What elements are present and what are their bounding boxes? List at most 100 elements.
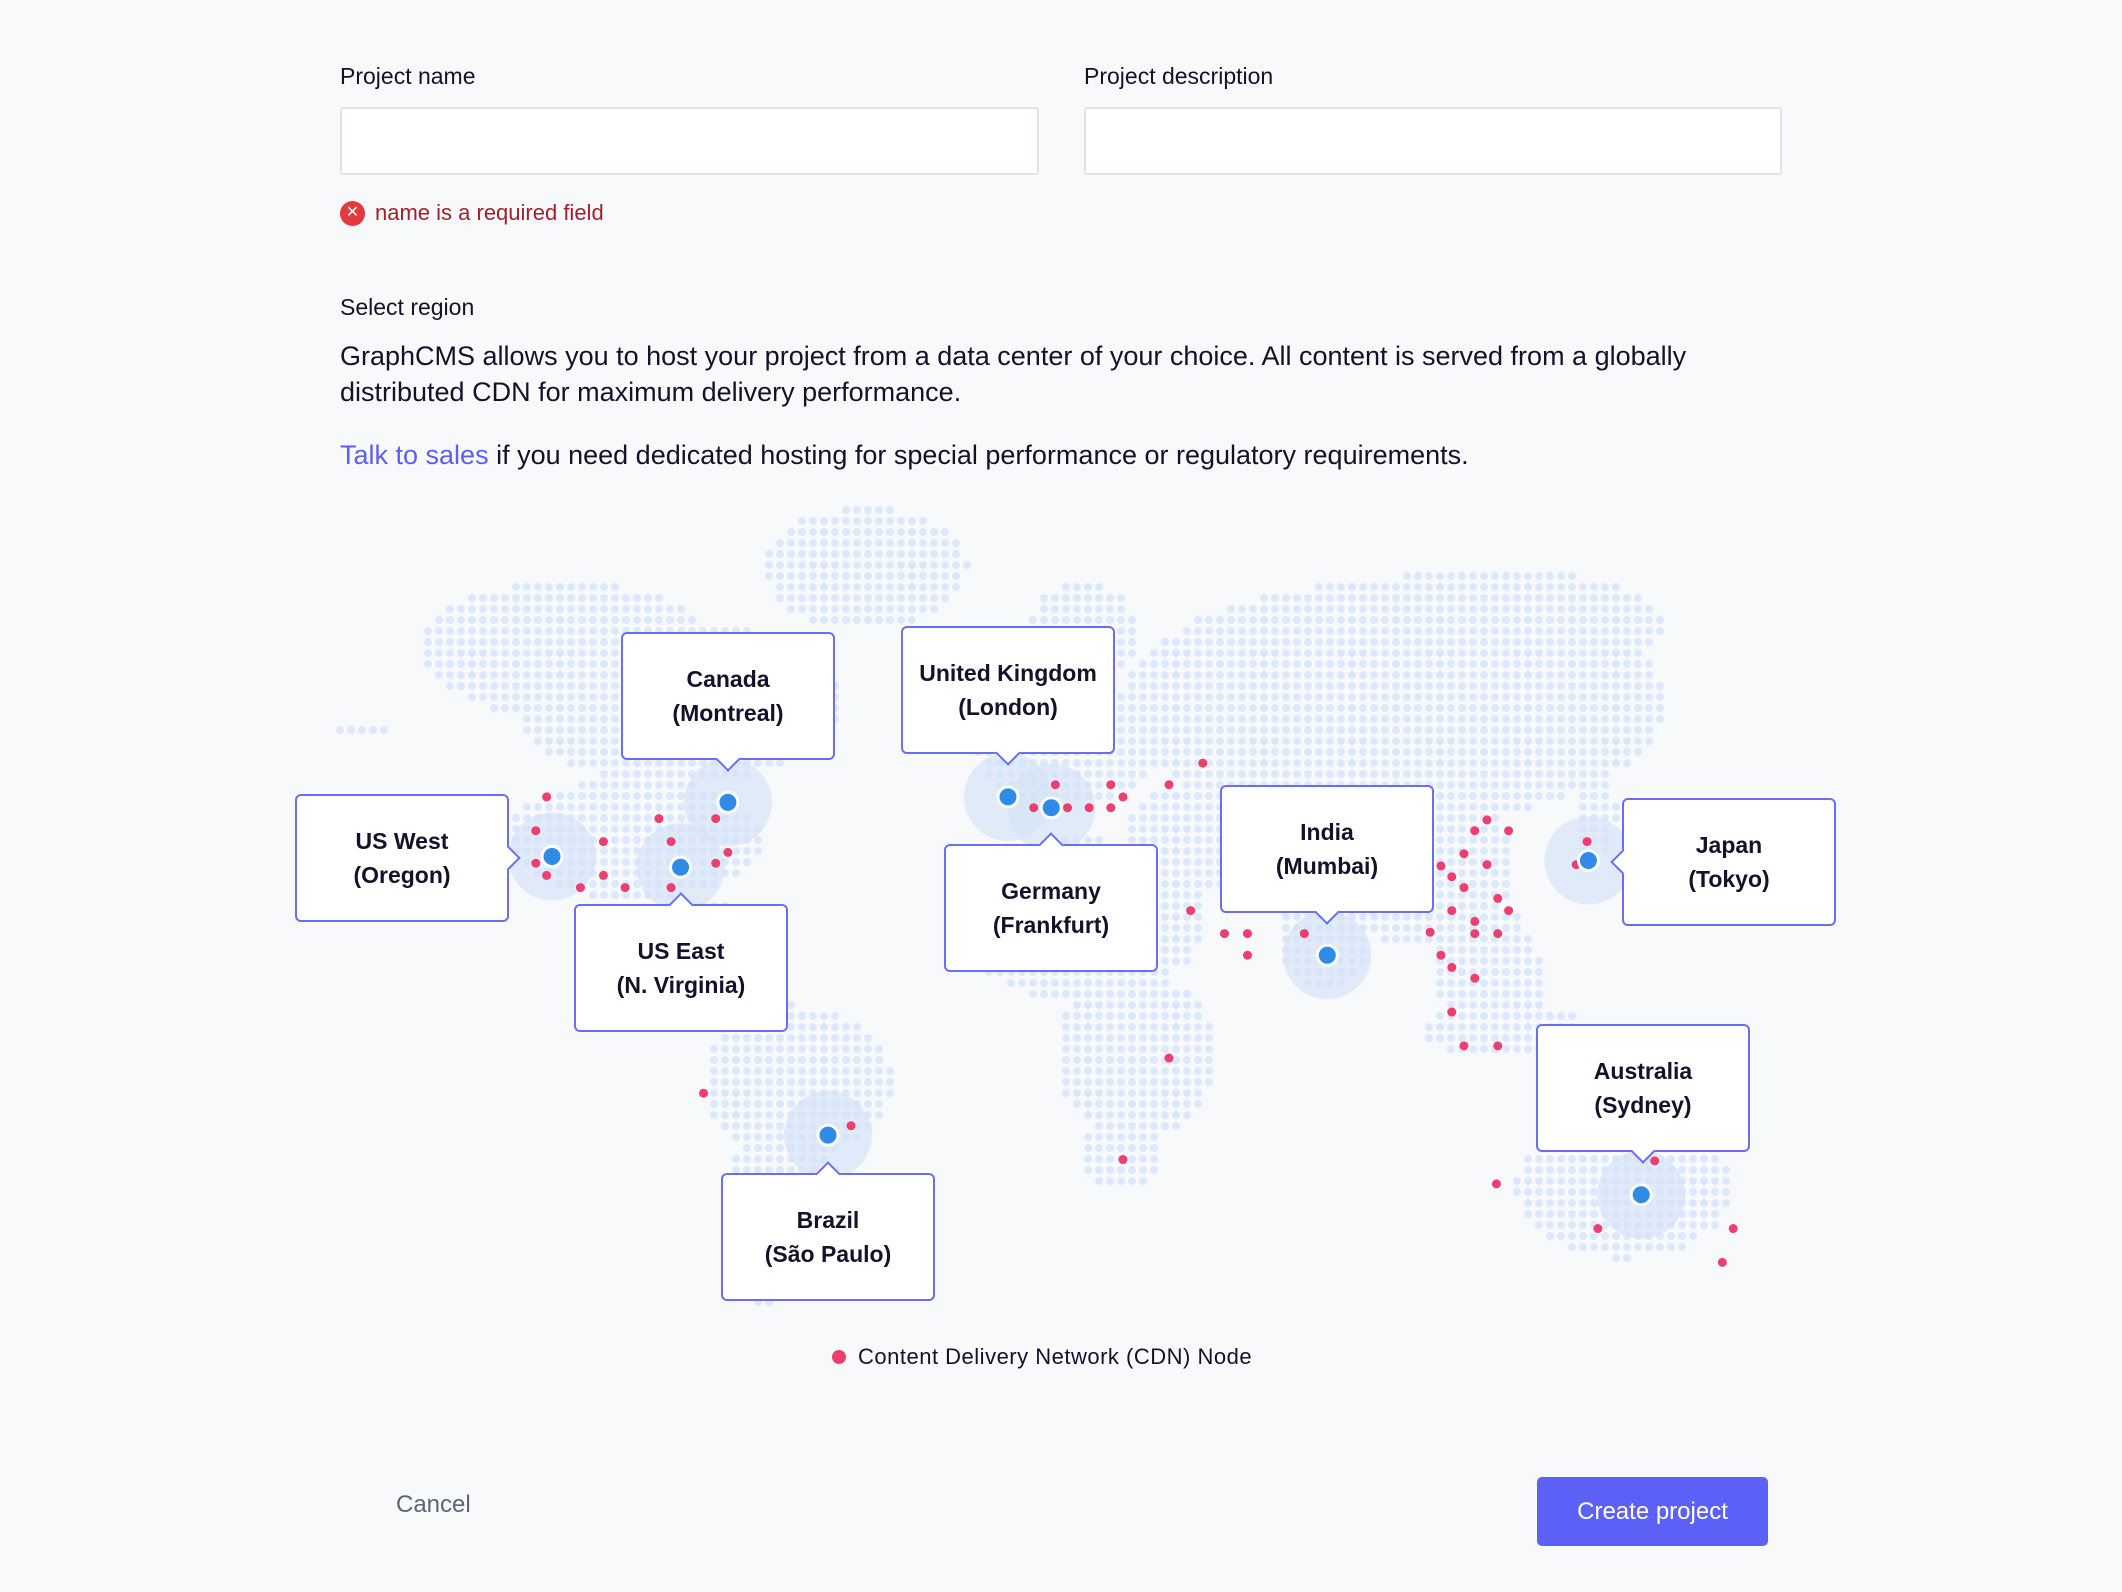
land-dot <box>1601 638 1609 646</box>
land-dot <box>1667 1166 1675 1174</box>
land-dot <box>1546 759 1554 767</box>
land-dot <box>1117 1056 1125 1064</box>
land-dot <box>1601 671 1609 679</box>
land-dot <box>567 759 575 767</box>
land-dot <box>1612 704 1620 712</box>
land-dot <box>1073 1078 1081 1086</box>
land-dot <box>578 792 586 800</box>
land-dot <box>1315 660 1323 668</box>
land-dot <box>578 847 586 855</box>
region-card[interactable]: US West (Oregon) <box>295 794 521 922</box>
land-dot <box>1150 671 1158 679</box>
land-dot <box>523 847 531 855</box>
land-dot <box>1370 638 1378 646</box>
land-dot <box>1711 1155 1719 1163</box>
land-dot <box>567 671 575 679</box>
land-dot <box>1381 770 1389 778</box>
land-dot <box>1117 704 1125 712</box>
region-card[interactable]: Japan (Tokyo) <box>1610 798 1836 926</box>
land-dot <box>1601 715 1609 723</box>
land-dot <box>1315 627 1323 635</box>
land-dot <box>1623 1199 1631 1207</box>
region-card[interactable]: United Kingdom (London) <box>901 626 1115 766</box>
land-dot <box>1601 594 1609 602</box>
cancel-button[interactable]: Cancel <box>390 1490 477 1520</box>
land-dot <box>1293 726 1301 734</box>
land-dot <box>490 693 498 701</box>
region-card[interactable]: India (Mumbai) <box>1220 785 1434 925</box>
land-dot <box>831 605 839 613</box>
land-dot <box>1491 792 1499 800</box>
land-dot <box>765 1089 773 1097</box>
land-dot <box>1469 1034 1477 1042</box>
land-dot <box>842 1111 850 1119</box>
land-dot <box>1469 858 1477 866</box>
land-dot <box>523 715 531 723</box>
land-dot <box>1073 605 1081 613</box>
land-dot <box>1205 1045 1213 1053</box>
region-card[interactable]: Canada (Montreal) <box>621 632 835 772</box>
land-dot <box>1348 737 1356 745</box>
land-dot <box>1183 726 1191 734</box>
land-dot <box>545 594 553 602</box>
land-dot <box>1436 869 1444 877</box>
land-dot <box>600 726 608 734</box>
land-dot <box>732 803 740 811</box>
land-dot <box>809 1034 817 1042</box>
land-dot <box>1227 693 1235 701</box>
land-dot <box>1612 803 1620 811</box>
land-dot <box>1447 594 1455 602</box>
land-dot <box>1304 748 1312 756</box>
region-card[interactable]: US East (N. Virginia) <box>574 892 788 1032</box>
land-dot <box>1403 924 1411 932</box>
land-dot <box>1513 1177 1521 1185</box>
land-dot <box>1535 968 1543 976</box>
land-dot <box>952 572 960 580</box>
land-dot <box>809 1122 817 1130</box>
land-dot <box>1128 759 1136 767</box>
land-dot <box>820 1034 828 1042</box>
land-dot <box>1216 627 1224 635</box>
land-dot <box>1513 594 1521 602</box>
land-dot <box>1172 902 1180 910</box>
land-dot <box>831 594 839 602</box>
project-name-input[interactable] <box>340 107 1039 175</box>
card-pointer <box>1038 832 1064 858</box>
region-card[interactable]: Germany (Frankfurt) <box>944 832 1158 972</box>
land-dot <box>1689 1166 1697 1174</box>
land-dot <box>556 814 564 822</box>
land-dot <box>1194 638 1202 646</box>
land-dot <box>1194 693 1202 701</box>
land-dot <box>1491 660 1499 668</box>
land-dot <box>633 814 641 822</box>
land-dot <box>1260 715 1268 723</box>
land-dot <box>842 1067 850 1075</box>
land-dot <box>655 616 663 624</box>
land-dot <box>1447 847 1455 855</box>
project-description-input[interactable] <box>1084 107 1782 175</box>
land-dot <box>534 825 542 833</box>
land-dot <box>1150 726 1158 734</box>
land-dot <box>1205 704 1213 712</box>
land-dot <box>600 869 608 877</box>
land-dot <box>1491 594 1499 602</box>
land-dot <box>1029 759 1037 767</box>
region-card[interactable]: Brazil (São Paulo) <box>721 1161 935 1301</box>
land-dot <box>1337 660 1345 668</box>
land-dot <box>1480 704 1488 712</box>
land-dot <box>611 869 619 877</box>
land-dot <box>1469 649 1477 657</box>
land-dot <box>468 693 476 701</box>
land-dot <box>1348 726 1356 734</box>
land-dot <box>1337 671 1345 679</box>
land-dot <box>897 561 905 569</box>
land-dot <box>1337 627 1345 635</box>
region-card[interactable]: Australia (Sydney) <box>1536 1024 1750 1164</box>
talk-to-sales-link[interactable]: Talk to sales <box>340 440 489 470</box>
land-dot <box>1106 1067 1114 1075</box>
land-dot <box>1117 715 1125 723</box>
land-dot <box>1469 902 1477 910</box>
land-dot <box>721 1089 729 1097</box>
land-dot <box>578 594 586 602</box>
create-project-button[interactable]: Create project <box>1537 1477 1768 1546</box>
